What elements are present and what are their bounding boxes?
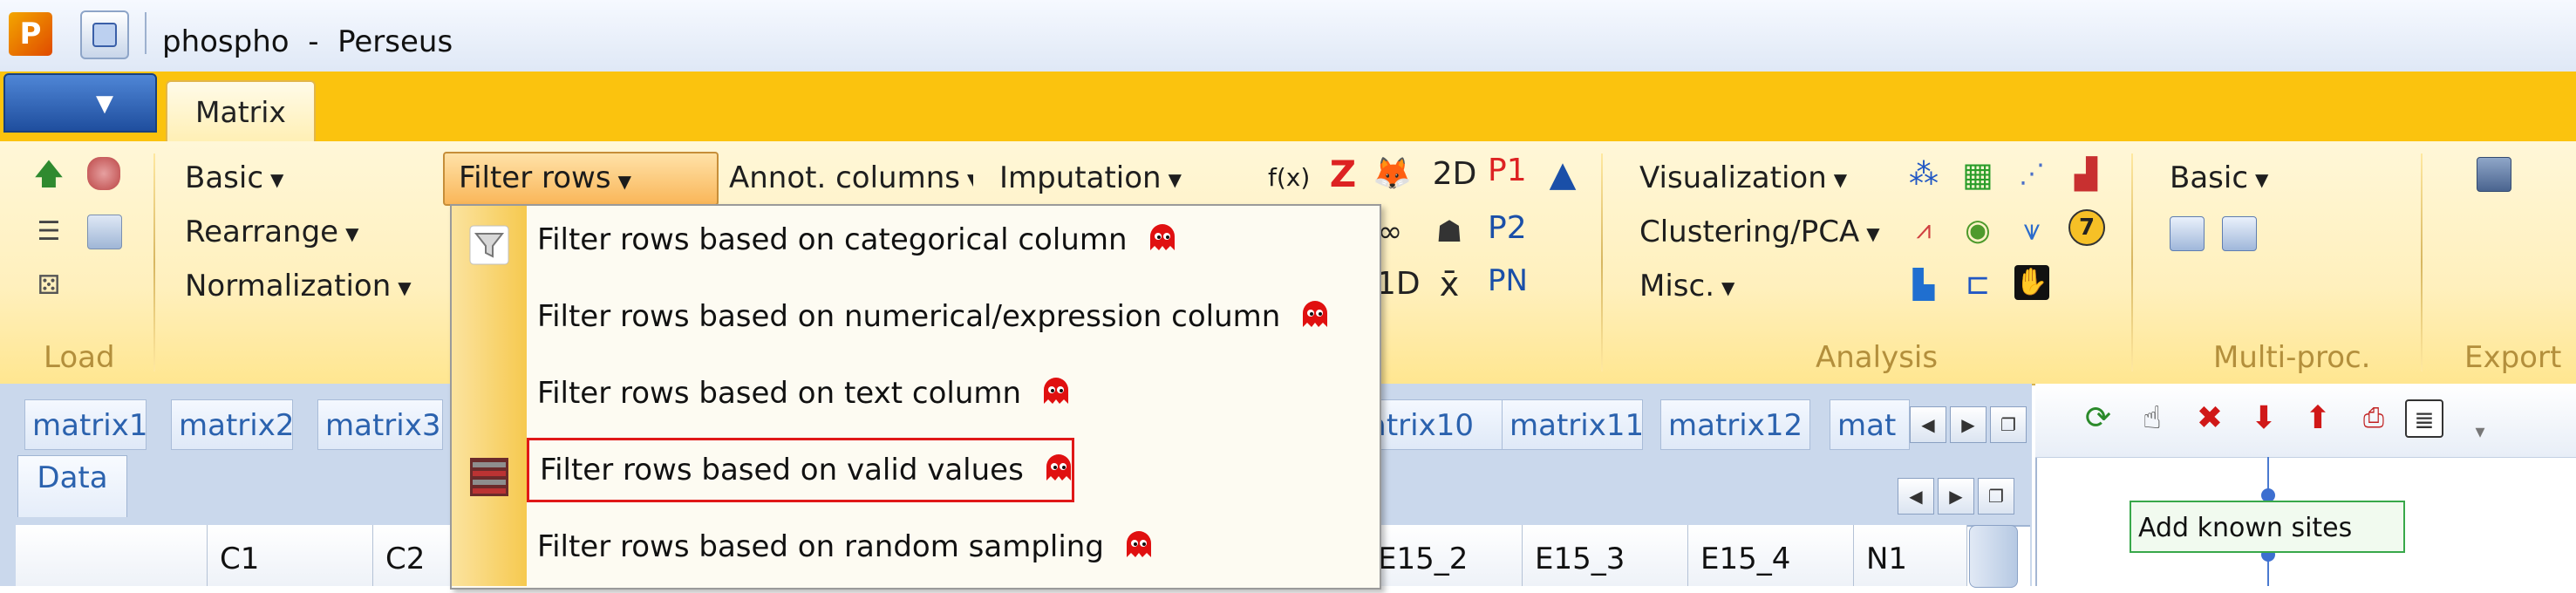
scroll-right-icon[interactable]: ▶	[1950, 406, 1987, 443]
group-label-export: Export	[2464, 340, 2562, 375]
document-icon[interactable]: ≣	[2405, 399, 2443, 438]
tree-icon[interactable]: ⊏	[1960, 267, 1995, 302]
group-separator	[2421, 153, 2423, 371]
z-score-icon[interactable]: Z	[1325, 156, 1360, 193]
pdf-icon[interactable]: ⎙	[2355, 399, 2393, 438]
chevron-down-icon: ▼	[96, 91, 113, 117]
volcano-icon[interactable]: ⩛	[2014, 213, 2049, 248]
workflow-node[interactable]: Add known sites	[2130, 501, 2405, 553]
matrix-tab[interactable]: atrix10	[1360, 399, 1503, 450]
p2-icon[interactable]: P2	[1488, 211, 1527, 246]
pn-icon[interactable]: PN	[1488, 263, 1528, 298]
menu-item-filter-numerical[interactable]: Filter rows based on numerical/expressio…	[527, 279, 1373, 354]
histogram-icon[interactable]: ▟	[2068, 157, 2103, 192]
basic-button[interactable]: Basic ▼	[185, 160, 283, 195]
p1-icon[interactable]: P1	[1488, 153, 1527, 188]
scroll-left-icon[interactable]: ◀	[1898, 478, 1934, 515]
multi-table-icon[interactable]	[2170, 216, 2205, 251]
valid-values-icon	[470, 458, 508, 496]
rearrange-button[interactable]: Rearrange ▼	[185, 215, 358, 249]
arrow-up-icon[interactable]: ⬆	[2299, 399, 2337, 438]
tab-matrix[interactable]: Matrix	[166, 80, 316, 143]
matrix-tab[interactable]: matrix1	[24, 399, 147, 450]
group-separator	[2131, 153, 2133, 371]
refresh-icon[interactable]: ⟳	[2079, 399, 2117, 438]
meat-icon[interactable]	[87, 157, 120, 190]
profile-icon[interactable]: ⩘	[1906, 213, 1941, 248]
app-icon[interactable]: P	[9, 12, 52, 56]
hand-icon[interactable]: ✋	[2014, 265, 2049, 300]
ghost-icon	[1126, 530, 1151, 557]
ghost-icon	[1046, 453, 1071, 481]
multi-basic-button[interactable]: Basic ▼	[2170, 160, 2268, 195]
group-label-analysis: Analysis	[1816, 340, 1939, 375]
matrix-tab[interactable]: matrix2	[171, 399, 293, 450]
mean-icon[interactable]: x̄	[1432, 267, 1467, 302]
menu-item-filter-random-sampling[interactable]: Filter rows based on random sampling	[527, 509, 1373, 584]
matrix-tab[interactable]: matrix11	[1502, 399, 1643, 450]
menu-item-filter-valid-values[interactable]: Filter rows based on valid values	[527, 438, 1074, 502]
delete-icon[interactable]: ✖	[2191, 399, 2229, 438]
matrix-tab[interactable]: mat	[1830, 399, 1910, 450]
scatter-plot-icon[interactable]: ⋰	[2014, 157, 2049, 192]
column-header[interactable]: E15_4	[1688, 525, 1854, 586]
imputation-button[interactable]: Imputation ▼	[999, 160, 1182, 195]
window-title: phospho - Perseus	[162, 24, 453, 59]
column-header[interactable]: C1	[208, 525, 373, 586]
arrow-down-icon[interactable]: ⬇	[2245, 399, 2283, 438]
filter-rows-button[interactable]: Filter rows ▼	[443, 152, 719, 206]
1d-icon[interactable]: 1D	[1376, 267, 1421, 302]
number-seven-icon[interactable]: 7	[2068, 209, 2105, 246]
save-icon[interactable]	[2477, 157, 2511, 192]
normalization-button[interactable]: Normalization ▼	[185, 269, 412, 303]
column-header[interactable]	[16, 525, 208, 586]
table-icon[interactable]	[87, 215, 122, 249]
menu-item-filter-categorical[interactable]: Filter rows based on categorical column	[527, 202, 1373, 277]
group-label-load: Load	[44, 340, 115, 375]
dice-icon[interactable]: ⚄	[31, 269, 66, 303]
quick-access-button[interactable]	[80, 10, 129, 59]
overflow-icon[interactable]: ▾	[2461, 413, 2499, 452]
ribbon-tab-strip	[0, 72, 2576, 141]
annot-columns-button[interactable]: Annot. columns▼	[729, 160, 973, 195]
filter-rows-label: Filter rows ▼	[459, 160, 631, 195]
fx-icon[interactable]: f(x)	[1268, 160, 1310, 195]
clustering-pca-button[interactable]: Clustering/PCA ▼	[1639, 215, 1880, 249]
column-header[interactable]: E15_3	[1523, 525, 1688, 586]
app-menu-button[interactable]: ▼	[3, 73, 157, 133]
window-list-icon[interactable]: ❐	[1978, 478, 2014, 515]
2d-icon[interactable]: 2D	[1428, 157, 1481, 192]
visualization-button[interactable]: Visualization ▼	[1639, 160, 1847, 195]
scroll-right-icon[interactable]: ▶	[1938, 478, 1974, 515]
vertical-scrollbar[interactable]	[1969, 525, 2018, 588]
triangle-icon[interactable]: ▲	[1545, 157, 1580, 192]
column-header[interactable]: E15_2	[1366, 525, 1523, 586]
fox-icon[interactable]: 🦊	[1373, 157, 1412, 192]
heatmap-icon[interactable]: ▦	[1960, 157, 1995, 192]
matrix-tab[interactable]: matrix3	[317, 399, 443, 450]
bar-chart-icon[interactable]: ▙	[1906, 267, 1941, 302]
tab-data[interactable]: Data	[17, 455, 127, 517]
title-separator	[145, 12, 147, 54]
ghost-icon	[1303, 300, 1328, 327]
ghost-icon	[1044, 377, 1069, 404]
venn-diagram-icon[interactable]: ◉	[1960, 213, 1995, 248]
group-separator	[1601, 153, 1603, 371]
scatter-icon[interactable]: ⁂	[1906, 157, 1941, 192]
matrix-tab[interactable]: matrix12	[1660, 399, 1810, 450]
menu-item-filter-text[interactable]: Filter rows based on text column	[527, 356, 1373, 431]
ghost-icon	[1149, 223, 1175, 250]
list-icon[interactable]: ☰	[31, 215, 66, 249]
funnel-icon	[469, 225, 509, 265]
multi-table2-icon[interactable]	[2222, 216, 2257, 251]
hand-icon[interactable]: ☝	[2133, 399, 2171, 438]
misc-button[interactable]: Misc. ▼	[1639, 269, 1734, 303]
scroll-left-icon[interactable]: ◀	[1910, 406, 1946, 443]
group-separator	[153, 153, 155, 371]
column-header[interactable]: N1	[1854, 525, 1967, 586]
group-label-multi-proc: Multi-proc.	[2213, 340, 2371, 375]
group-icon[interactable]: ☗	[1432, 215, 1467, 249]
window-list-icon[interactable]: ❐	[1990, 406, 2027, 443]
arrow-up-icon[interactable]: 🡅	[31, 157, 66, 192]
